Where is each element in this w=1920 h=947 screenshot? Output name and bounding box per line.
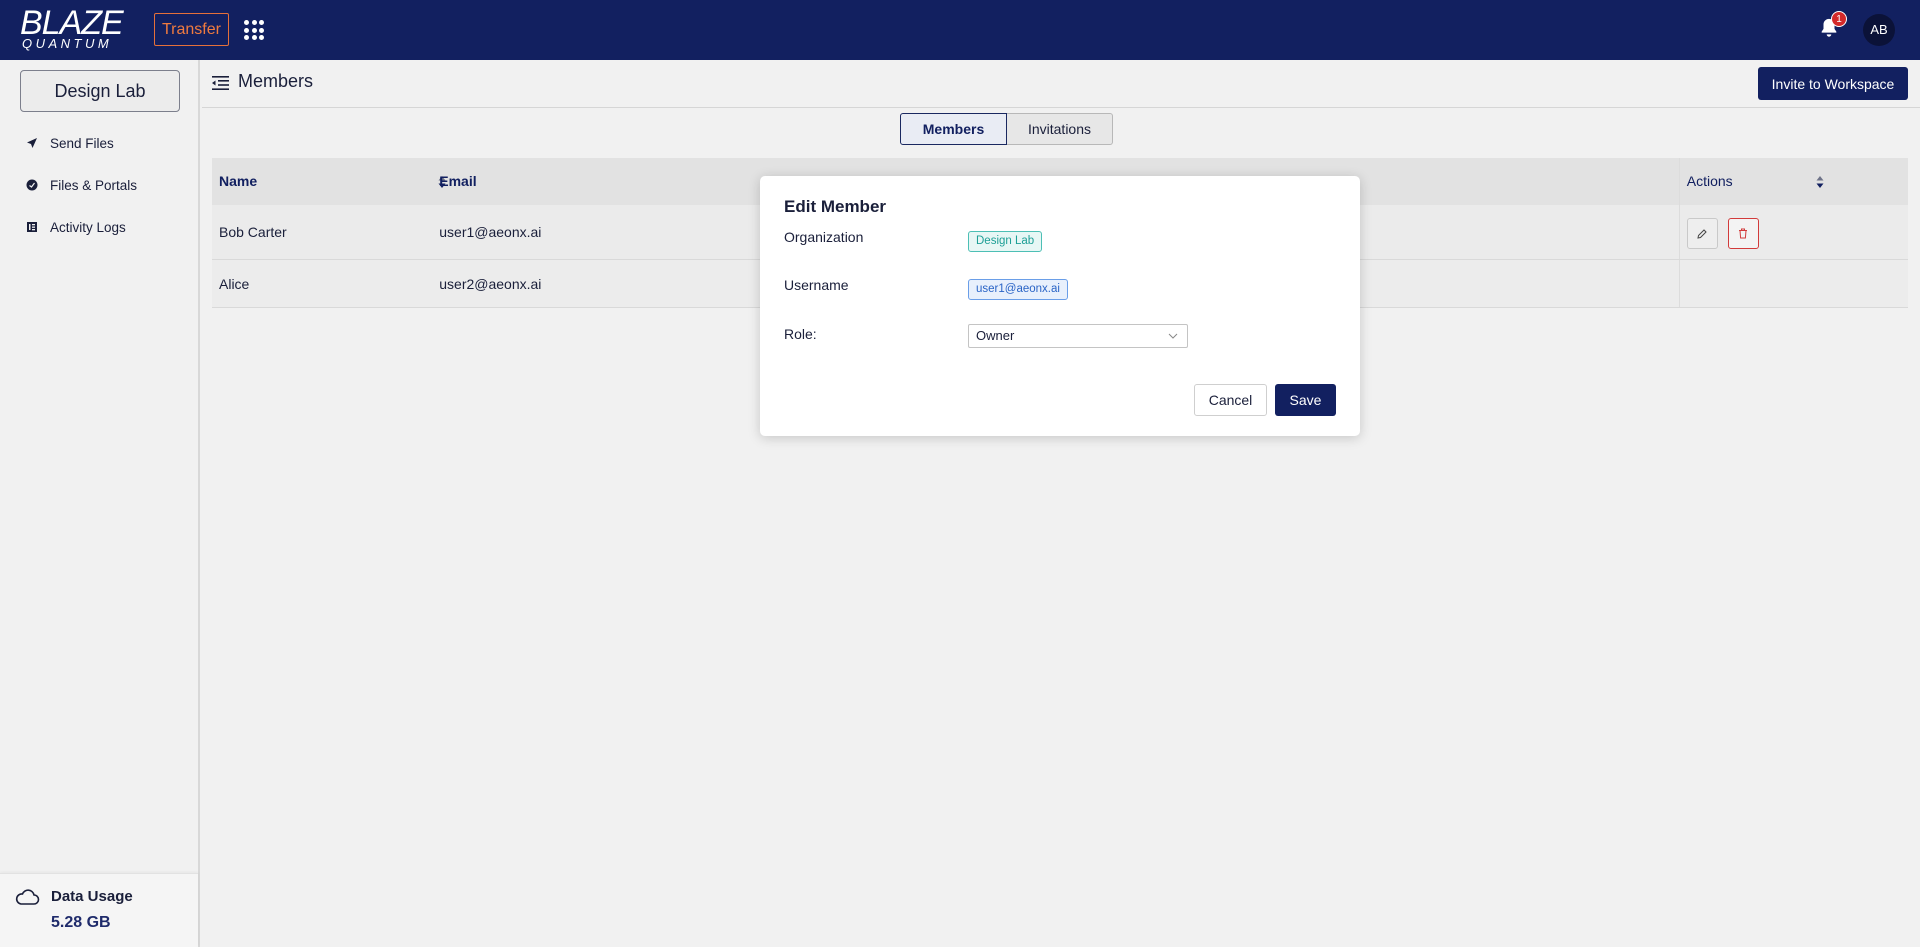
organization-label: Organization [784,229,864,245]
modal-overlay [0,0,1920,947]
chevron-down-icon [1168,333,1178,339]
role-label: Role: [784,326,817,342]
save-button[interactable]: Save [1275,384,1336,416]
role-select[interactable]: Owner [968,324,1188,348]
role-value: Owner [976,328,1015,343]
username-label: Username [784,277,849,293]
edit-member-dialog: Edit Member Organization Design Lab User… [760,176,1360,436]
cancel-button[interactable]: Cancel [1194,384,1267,416]
organization-tag: Design Lab [968,231,1043,252]
username-tag: user1@aeonx.ai [968,279,1068,300]
dialog-title: Edit Member [784,197,887,216]
